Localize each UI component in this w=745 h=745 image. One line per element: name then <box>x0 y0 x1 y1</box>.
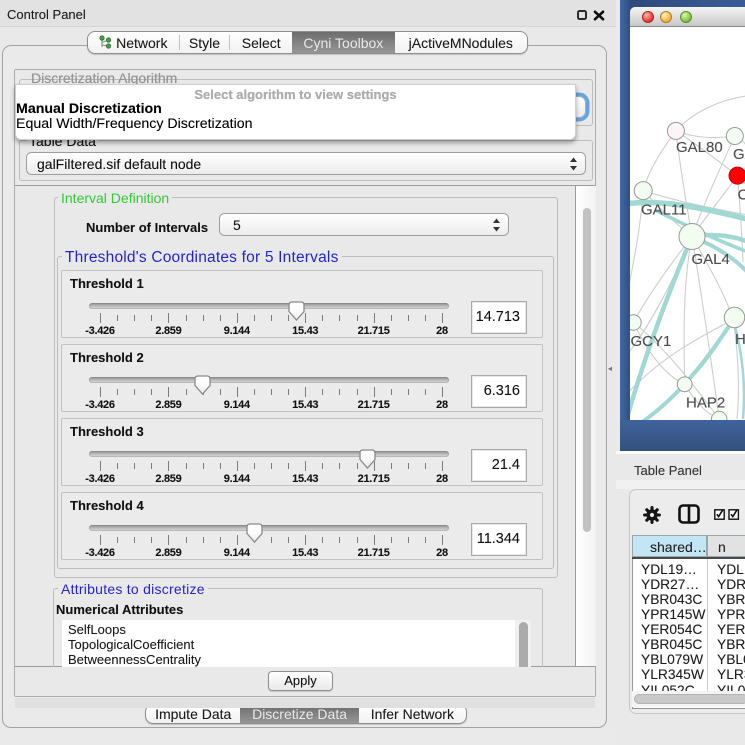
svg-text:GAL4: GAL4 <box>691 251 729 268</box>
svg-text:GA: GA <box>733 146 745 163</box>
svg-text:HAP2: HAP2 <box>686 395 725 412</box>
svg-text:C: C <box>737 187 745 204</box>
svg-text:H: H <box>735 331 745 348</box>
svg-text:GCY1: GCY1 <box>630 333 671 350</box>
svg-text:GAL11: GAL11 <box>641 202 687 219</box>
svg-text:GAL80: GAL80 <box>676 139 723 156</box>
